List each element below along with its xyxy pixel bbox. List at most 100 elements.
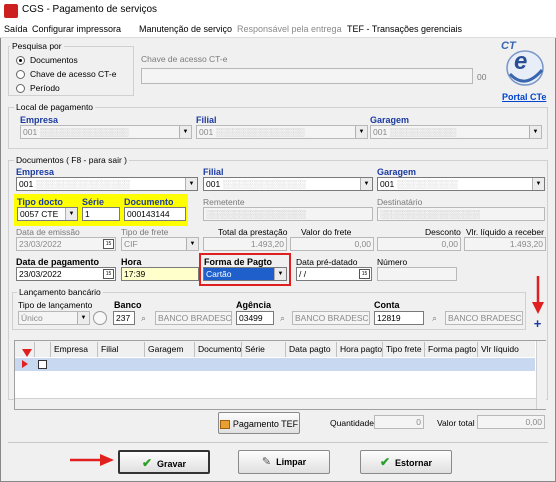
annotation-arrow-right	[70, 454, 114, 466]
doc-filial-label: Filial	[203, 167, 224, 177]
menu-responsavel-entrega: Responsável pela entrega	[237, 24, 342, 34]
menu-saida[interactable]: Saída	[4, 24, 28, 34]
grid-col-serie[interactable]: Série	[242, 342, 286, 357]
documents-group-label: Documentos ( F8 - para sair )	[14, 155, 130, 165]
tipo-frete-chevron-down-icon[interactable]: ▼	[186, 238, 198, 250]
search-circle-icon[interactable]	[93, 311, 107, 325]
data-pagamento-input[interactable]: 23/03/2022	[16, 267, 116, 281]
doc-garagem-select[interactable]: 001 ░░░░░░░░░░░	[377, 177, 545, 191]
estornar-button[interactable]: ✔ Estornar	[360, 450, 452, 474]
menu-manutencao-servico[interactable]: Manutenção de serviço	[139, 24, 232, 34]
desconto-label: Desconto	[425, 227, 461, 237]
grid-col-empresa[interactable]: Empresa	[51, 342, 98, 357]
data-emissao-calendar-icon[interactable]: 15	[103, 239, 114, 249]
grid-col-documento[interactable]: Documento	[195, 342, 242, 357]
radio-periodo-label: Período	[30, 83, 60, 93]
destinatario-input[interactable]: ░░░░░░░░░░░░░░░░░░	[377, 207, 545, 221]
menu-configurar-impressora[interactable]: Configurar impressora	[32, 24, 121, 34]
grid-horizontal-scrollbar[interactable]	[15, 398, 536, 409]
radio-documentos[interactable]	[16, 56, 25, 65]
agencia-code-input[interactable]: 03499	[236, 311, 274, 325]
valor-total-label: Valor total	[437, 418, 475, 428]
grid-col-filial[interactable]: Filial	[98, 342, 145, 357]
grid-col-tipo-frete[interactable]: Tipo frete	[383, 342, 425, 357]
limpar-button[interactable]: ✎ Limpar	[238, 450, 330, 474]
remetente-input[interactable]: ░░░░░░░░░░░░░░░░░░	[203, 207, 373, 221]
doc-filial-name-obscured: ░░░░░░░░░░░░░░░	[222, 179, 306, 189]
tipo-docto-chevron-down-icon[interactable]: ▼	[65, 208, 77, 220]
doc-garagem-chevron-down-icon[interactable]: ▼	[532, 178, 544, 190]
bank-group-label: Lançamento bancário	[17, 287, 103, 297]
pagamento-tef-button[interactable]: Pagamento TEF	[218, 412, 300, 434]
data-pagamento-calendar-icon[interactable]: 15	[103, 269, 114, 279]
hora-label: Hora	[121, 257, 142, 267]
pp-filial-chevron-down-icon[interactable]: ▼	[355, 126, 367, 138]
doc-garagem-name-obscured: ░░░░░░░░░░░	[396, 179, 458, 189]
gravar-button[interactable]: ✔ Gravar	[118, 450, 210, 474]
valor-frete-label: Valor do frete	[301, 227, 352, 237]
doc-filial-chevron-down-icon[interactable]: ▼	[360, 178, 372, 190]
row-checkbox[interactable]	[38, 360, 47, 369]
radio-chave-cte[interactable]	[16, 70, 25, 79]
pp-garagem-name-obscured: ░░░░░░░░░░░░	[389, 127, 457, 137]
pp-empresa-chevron-down-icon[interactable]: ▼	[179, 126, 191, 138]
documento-label: Documento	[124, 197, 174, 207]
grid-row-selected[interactable]	[15, 358, 535, 371]
menu-tef[interactable]: TEF - Transações gerenciais	[347, 24, 462, 34]
doc-garagem-label: Garagem	[377, 167, 417, 177]
documento-input[interactable]: 000143144	[124, 207, 186, 221]
doc-filial-select[interactable]: 001 ░░░░░░░░░░░░░░░	[203, 177, 373, 191]
conta-label: Conta	[374, 300, 400, 310]
vlr-liquido-input[interactable]: 1.493,20	[464, 237, 546, 251]
banco-name-input: BANCO BRADESCO	[155, 311, 232, 325]
quantidade-input: 0	[374, 415, 424, 429]
valor-frete-input[interactable]: 0,00	[290, 237, 374, 251]
portal-cte-link[interactable]: Portal CTe	[502, 92, 546, 102]
agencia-label: Agência	[236, 300, 272, 310]
pp-garagem-select[interactable]: 001 ░░░░░░░░░░░░	[370, 125, 542, 139]
bottom-divider	[8, 442, 548, 443]
tipo-docto-label: Tipo docto	[17, 197, 63, 207]
numero-input[interactable]	[377, 267, 457, 281]
pp-filial-select[interactable]: 001 ░░░░░░░░░░░░░░░░	[196, 125, 368, 139]
agencia-binoculars-icon[interactable]: ⌕	[280, 313, 285, 324]
hora-input[interactable]: 17:39	[121, 267, 199, 281]
annotation-arrow-grid-graphic	[22, 349, 32, 357]
broom-icon: ✎	[261, 456, 272, 468]
grid-vertical-scrollbar[interactable]	[536, 341, 546, 409]
doc-empresa-chevron-down-icon[interactable]: ▼	[185, 178, 197, 190]
forma-pagto-chevron-down-icon[interactable]: ▼	[274, 268, 286, 280]
banco-binoculars-icon[interactable]: ⌕	[141, 313, 146, 324]
data-predatado-calendar-icon[interactable]: 15	[359, 269, 370, 279]
pp-empresa-label: Empresa	[20, 115, 59, 125]
cte-logo-e: e	[514, 48, 528, 75]
banco-label: Banco	[114, 300, 142, 310]
data-emissao-input[interactable]: 23/03/2022	[16, 237, 116, 251]
data-emissao-label: Data de emissão	[16, 227, 80, 237]
grid-col-vlr-liquido[interactable]: Vlr líquido	[478, 342, 535, 357]
grid-col-data-pagto[interactable]: Data pagto	[286, 342, 337, 357]
banco-code-input[interactable]: 237	[113, 311, 135, 325]
conta-code-input[interactable]: 12819	[374, 311, 424, 325]
grid-col-hora-pagto[interactable]: Hora pagto	[337, 342, 383, 357]
pp-garagem-chevron-down-icon[interactable]: ▼	[529, 126, 541, 138]
total-prestacao-input[interactable]: 1.493,20	[203, 237, 287, 251]
destinatario-name-obscured: ░░░░░░░░░░░░░░░░░░	[380, 209, 480, 219]
doc-empresa-name-obscured: ░░░░░░░░░░░░░░░░░	[35, 179, 130, 189]
tipo-lancamento-chevron-down-icon[interactable]: ▼	[77, 312, 89, 324]
grid-col-forma-pagto[interactable]: Forma pagto	[425, 342, 478, 357]
add-bank-button[interactable]: +	[530, 317, 545, 332]
chave-cte-input[interactable]	[141, 68, 473, 84]
pp-empresa-select[interactable]: 001 ░░░░░░░░░░░░░░░░	[20, 125, 192, 139]
serie-input[interactable]: 1	[82, 207, 120, 221]
doc-empresa-select[interactable]: 001 ░░░░░░░░░░░░░░░░░	[16, 177, 198, 191]
pp-filial-value: 001	[199, 127, 214, 137]
radio-periodo[interactable]	[16, 84, 25, 93]
vlr-liquido-label: Vlr. líquido a receber	[466, 227, 544, 237]
grid-col-garagem[interactable]: Garagem	[145, 342, 195, 357]
conta-binoculars-icon[interactable]: ⌕	[432, 313, 437, 324]
desconto-input[interactable]: 0,00	[377, 237, 461, 251]
tipo-lancamento-label: Tipo de lançamento	[18, 300, 93, 310]
serie-label: Série	[82, 197, 105, 207]
doc-empresa-value: 001	[19, 179, 34, 189]
